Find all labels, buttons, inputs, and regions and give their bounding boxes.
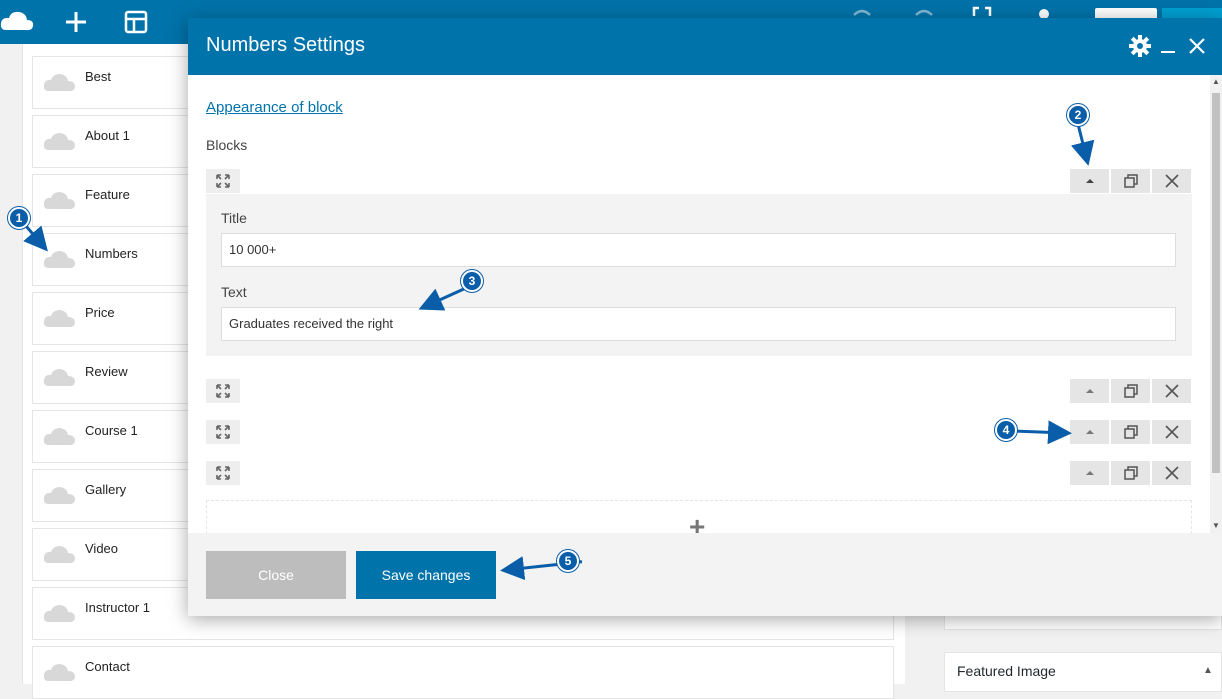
block-list-item-label: Video <box>85 541 119 556</box>
block-list-item-label: Feature <box>85 187 130 202</box>
block-list-item-label: Review <box>85 364 128 379</box>
cloud-icon <box>43 425 77 454</box>
cloud-logo-icon[interactable] <box>0 6 36 38</box>
move-up-button[interactable] <box>1070 420 1109 444</box>
title-field-label: Title <box>221 210 247 226</box>
numbers-settings-modal: Numbers Settings Appearance of block Blo… <box>188 18 1222 616</box>
move-up-button[interactable] <box>1070 169 1109 193</box>
delete-button[interactable] <box>1152 461 1191 485</box>
close-button[interactable]: Close <box>206 551 346 599</box>
minimize-icon[interactable] <box>1154 32 1182 60</box>
annotation-badge-1: 1 <box>8 207 30 229</box>
cloud-icon <box>43 543 77 572</box>
cloud-icon <box>43 248 77 277</box>
expand-handle[interactable] <box>206 461 240 485</box>
block-list-item-label: Price <box>85 305 115 320</box>
duplicate-button[interactable] <box>1111 379 1150 403</box>
modal-scrollbar[interactable]: ▲ ▼ <box>1210 75 1222 533</box>
add-block-area[interactable]: + <box>206 500 1192 533</box>
annotation-badge-3: 3 <box>461 270 483 292</box>
duplicate-button[interactable] <box>1111 461 1150 485</box>
scroll-down-icon[interactable]: ▼ <box>1212 521 1220 531</box>
layout-icon[interactable] <box>120 6 152 38</box>
gear-icon[interactable] <box>1126 32 1154 60</box>
delete-button[interactable] <box>1152 169 1191 193</box>
text-input[interactable]: Graduates received the right <box>221 307 1176 341</box>
annotation-badge-2: 2 <box>1067 104 1089 126</box>
modal-title: Numbers Settings <box>206 34 365 56</box>
expanded-block: Title 10 000+ Text Graduates received th… <box>206 194 1192 356</box>
modal-footer: Close Save changes <box>188 533 1222 616</box>
duplicate-button[interactable] <box>1111 169 1150 193</box>
save-changes-button[interactable]: Save changes <box>356 551 496 599</box>
block-list-item-label: Gallery <box>85 482 127 497</box>
title-input[interactable]: 10 000+ <box>221 233 1176 267</box>
delete-button[interactable] <box>1152 420 1191 444</box>
modal-body: Appearance of block Blocks Title 10 000+… <box>188 75 1210 533</box>
expand-handle[interactable] <box>206 169 240 193</box>
plus-icon[interactable] <box>60 6 92 38</box>
block-list-item-label: About 1 <box>85 128 130 143</box>
featured-image-box[interactable]: Featured Image ▲ <box>944 652 1222 692</box>
annotation-badge-4: 4 <box>995 419 1017 441</box>
cloud-icon <box>43 366 77 395</box>
cloud-icon <box>43 189 77 218</box>
move-up-button[interactable] <box>1070 379 1109 403</box>
appearance-of-block-link[interactable]: Appearance of block <box>206 99 343 116</box>
block-list-item-label: Course 1 <box>85 423 138 438</box>
block-list-item-label: Instructor 1 <box>85 600 151 615</box>
block-list-item-label: Numbers <box>85 246 138 261</box>
close-icon[interactable] <box>1183 32 1211 60</box>
cloud-icon <box>43 130 77 159</box>
blocks-label: Blocks <box>206 137 248 153</box>
cloud-icon <box>43 71 77 100</box>
cloud-icon <box>43 602 77 631</box>
cloud-icon <box>43 661 77 690</box>
cloud-icon <box>43 307 77 336</box>
move-up-button[interactable] <box>1070 461 1109 485</box>
delete-button[interactable] <box>1152 379 1191 403</box>
plus-icon[interactable]: + <box>689 511 705 533</box>
expand-handle[interactable] <box>206 420 240 444</box>
block-list-item-label: Best <box>85 69 112 84</box>
annotation-badge-5: 5 <box>557 550 579 572</box>
text-field-label: Text <box>221 284 247 300</box>
block-list-item-label: Contact <box>85 659 130 674</box>
caret-up-icon[interactable]: ▲ <box>1203 665 1213 676</box>
modal-header: Numbers Settings <box>188 18 1222 75</box>
scroll-thumb[interactable] <box>1212 93 1220 473</box>
scroll-up-icon[interactable]: ▲ <box>1212 77 1220 87</box>
block-list-item[interactable]: Contact <box>32 646 894 699</box>
expand-handle[interactable] <box>206 379 240 403</box>
duplicate-button[interactable] <box>1111 420 1150 444</box>
cloud-icon <box>43 484 77 513</box>
